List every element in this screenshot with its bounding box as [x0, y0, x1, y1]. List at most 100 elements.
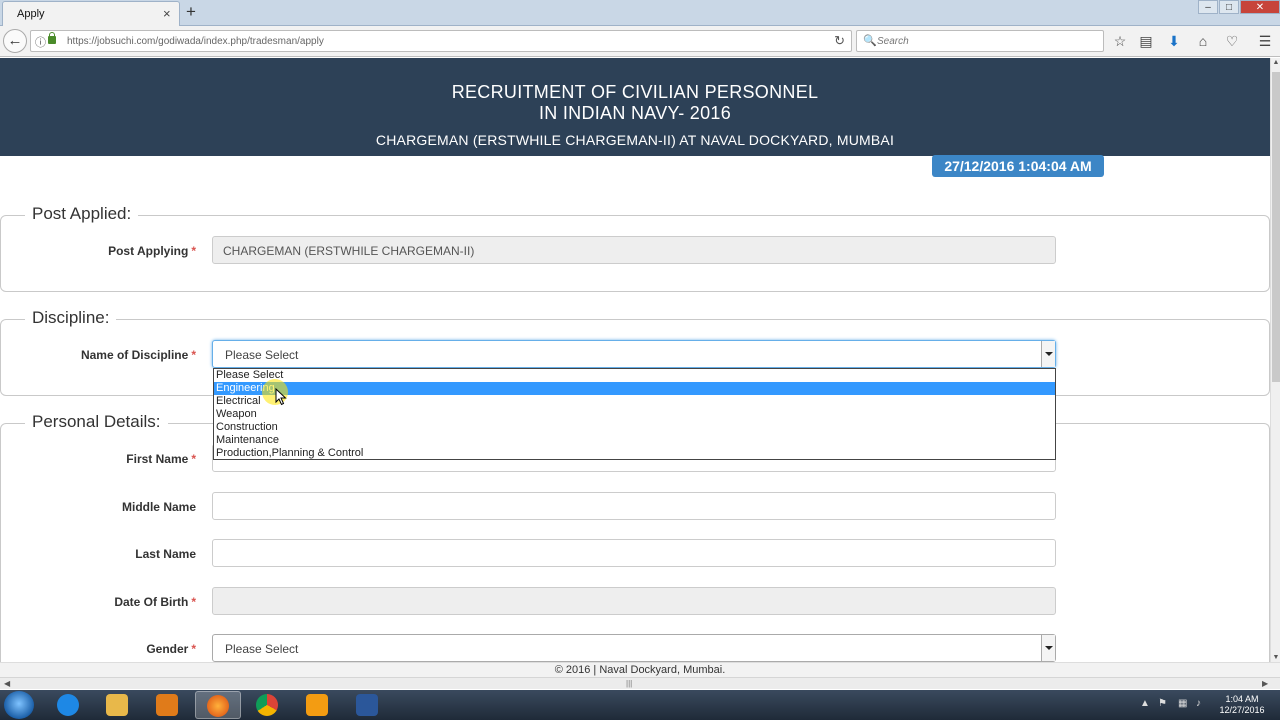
chrome-icon [256, 694, 278, 716]
discipline-dropdown-list: Please Select Engineering Electrical Weapon… [213, 368, 1056, 460]
scroll-left-icon[interactable]: ◀ [4, 679, 10, 688]
taskbar-clock[interactable]: 1:04 AM 12/27/2016 [1212, 694, 1272, 716]
gender-select[interactable]: Please Select [212, 634, 1056, 662]
firefox-icon [207, 695, 229, 717]
discipline-option[interactable]: Engineering [214, 382, 1055, 395]
first-name-label-text: First Name [126, 452, 189, 466]
search-icon: 🔍 [863, 35, 877, 47]
discipline-label: Name of Discipline * [0, 348, 196, 362]
new-tab-icon[interactable]: + [186, 2, 196, 22]
discipline-label-text: Name of Discipline [80, 348, 189, 362]
pocket-icon[interactable]: ♡ [1222, 31, 1242, 51]
scrollbar-thumb[interactable] [1272, 72, 1280, 382]
dob-label: Date Of Birth * [0, 595, 196, 609]
post-applying-field: CHARGEMAN (ERSTWHILE CHARGEMAN-II) [212, 236, 1056, 264]
first-name-label: First Name * [0, 452, 196, 466]
discipline-select[interactable]: Please Select [212, 340, 1056, 368]
required-mark: * [191, 348, 196, 362]
info-icon[interactable]: ⓘ [35, 34, 46, 50]
windows-taskbar: ▲ ⚑ ▦ ♪ 1:04 AM 12/27/2016 [0, 690, 1280, 720]
dob-label-text: Date Of Birth [114, 595, 189, 609]
lock-icon [48, 32, 56, 44]
minimize-window-icon[interactable]: – [1198, 0, 1218, 14]
back-arrow-icon[interactable]: ← [3, 29, 27, 53]
tray-volume-icon[interactable]: ♪ [1196, 698, 1201, 709]
discipline-legend: Discipline: [25, 308, 117, 328]
start-button[interactable] [4, 691, 34, 719]
uc-browser-icon [306, 694, 328, 716]
scroll-down-icon[interactable]: ▼ [1271, 654, 1280, 661]
browser-tab-bar: Apply × + – □ ✕ [0, 0, 1280, 26]
header-title-line1: RECRUITMENT OF CIVILIAN PERSONNEL [451, 82, 819, 102]
discipline-select-value: Please Select [225, 348, 299, 362]
taskbar-media[interactable] [145, 691, 191, 719]
url-text[interactable]: https://jobsuchi.com/godiwada/index.php/… [67, 36, 324, 47]
tray-flag-icon[interactable]: ⚑ [1158, 698, 1167, 709]
discipline-option[interactable]: Electrical [214, 395, 1055, 408]
taskbar-uc[interactable] [295, 691, 341, 719]
required-mark: * [191, 642, 196, 656]
gender-select-value: Please Select [225, 642, 299, 656]
post-applied-legend: Post Applied: [25, 204, 139, 224]
post-applying-label-text: Post Applying [108, 244, 189, 258]
close-window-icon[interactable]: ✕ [1240, 0, 1280, 14]
media-player-icon [156, 694, 178, 716]
clock-date: 12/27/2016 [1219, 705, 1265, 715]
middle-name-input[interactable] [212, 492, 1056, 520]
taskbar-ie[interactable] [46, 691, 92, 719]
download-icon[interactable]: ⬇ [1164, 31, 1184, 51]
browser-tab-apply[interactable]: Apply × [2, 1, 180, 26]
tray-network-icon[interactable]: ▦ [1178, 698, 1187, 709]
tray-expand-icon[interactable]: ▲ [1140, 698, 1150, 709]
required-mark: * [191, 595, 196, 609]
taskbar-word[interactable] [345, 691, 391, 719]
home-icon[interactable]: ⌂ [1193, 31, 1213, 51]
header-title-line2: IN INDIAN NAVY- 2016 [538, 103, 732, 123]
browser-nav-bar: ← ⓘ https://jobsuchi.com/godiwada/index.… [0, 26, 1280, 57]
header-subtitle: CHARGEMAN (ERSTWHILE CHARGEMAN-II) AT NA… [375, 132, 895, 148]
folder-icon [106, 694, 128, 716]
required-mark: * [191, 452, 196, 466]
post-applying-label: Post Applying * [0, 244, 196, 258]
horizontal-scrollbar[interactable]: ◀ ||| ▶ [0, 677, 1280, 689]
page-content: RECRUITMENT OF CIVILIAN PERSONNEL IN IND… [0, 58, 1270, 662]
tab-close-icon[interactable]: × [163, 6, 171, 21]
discipline-option[interactable]: Maintenance [214, 434, 1055, 447]
discipline-option[interactable]: Production,Planning & Control [214, 447, 1055, 460]
scroll-up-icon[interactable]: ▲ [1271, 59, 1280, 66]
tab-title: Apply [17, 8, 45, 20]
page-header: RECRUITMENT OF CIVILIAN PERSONNEL IN IND… [0, 58, 1270, 156]
discipline-option[interactable]: Weapon [214, 408, 1055, 421]
taskbar-firefox[interactable] [195, 691, 241, 719]
bookmark-star-icon[interactable]: ☆ [1110, 31, 1130, 51]
personal-details-legend: Personal Details: [25, 412, 168, 432]
dob-input[interactable] [212, 587, 1056, 615]
chevron-down-icon[interactable] [1041, 635, 1055, 661]
scroll-right-icon[interactable]: ▶ [1262, 679, 1268, 688]
taskbar-explorer[interactable] [95, 691, 141, 719]
page-footer: © 2016 | Naval Dockyard, Mumbai. [0, 662, 1280, 677]
taskbar-chrome[interactable] [245, 691, 291, 719]
url-bar[interactable]: ⓘ https://jobsuchi.com/godiwada/index.ph… [30, 30, 852, 52]
reload-icon[interactable]: ↻ [834, 33, 845, 49]
search-bar[interactable]: 🔍 Search [856, 30, 1104, 52]
bookmarks-list-icon[interactable]: ▤ [1136, 31, 1156, 51]
vertical-scrollbar[interactable]: ▲ ▼ [1270, 58, 1280, 662]
datetime-badge: 27/12/2016 1:04:04 AM [932, 155, 1104, 177]
mouse-cursor-icon [275, 388, 287, 406]
word-icon [356, 694, 378, 716]
chevron-down-icon[interactable] [1041, 341, 1055, 367]
last-name-label-text: Last Name [135, 547, 196, 561]
last-name-input[interactable] [212, 539, 1056, 567]
maximize-window-icon[interactable]: □ [1219, 0, 1239, 14]
clock-time: 1:04 AM [1225, 694, 1259, 704]
middle-name-label: Middle Name [0, 500, 196, 514]
required-mark: * [191, 244, 196, 258]
scroll-grip-icon[interactable]: ||| [626, 679, 632, 688]
menu-icon[interactable]: ☰ [1255, 31, 1275, 51]
gender-label-text: Gender [146, 642, 189, 656]
search-placeholder: Search [877, 36, 909, 47]
discipline-option[interactable]: Please Select [214, 369, 1055, 382]
discipline-option[interactable]: Construction [214, 421, 1055, 434]
gender-label: Gender * [0, 642, 196, 656]
